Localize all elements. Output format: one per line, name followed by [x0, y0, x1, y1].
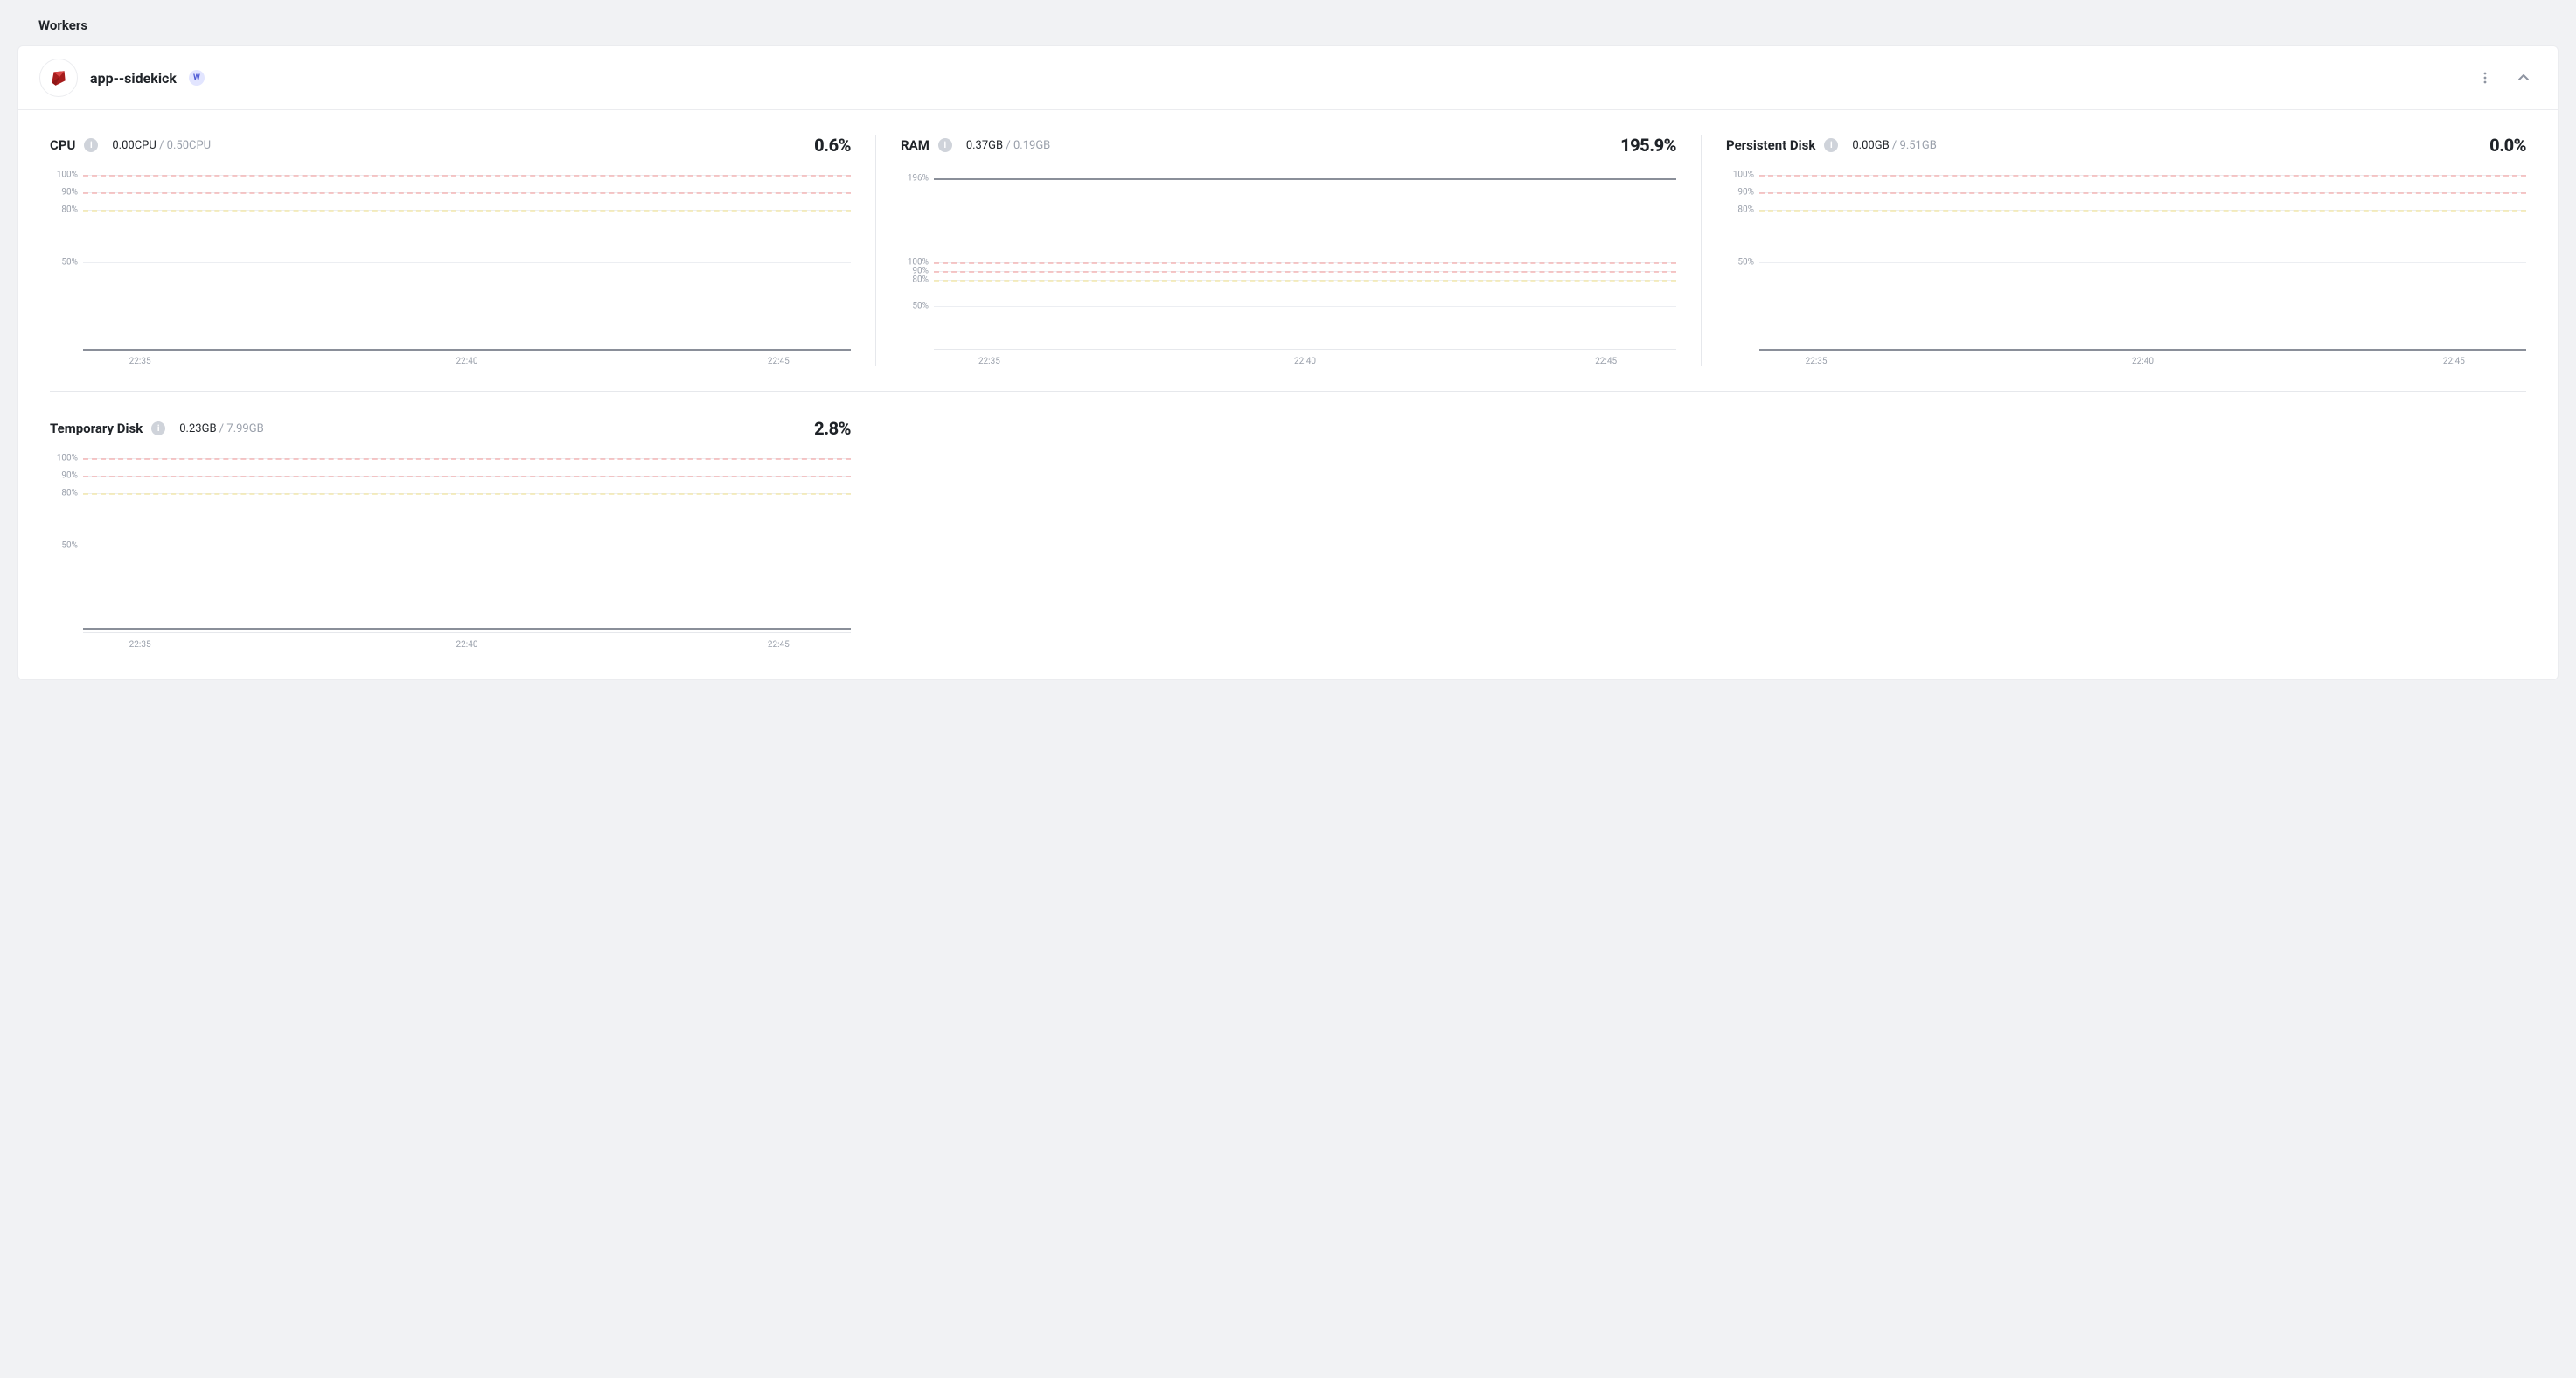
x-tick-label: 22:45: [1429, 357, 1676, 366]
metric-used: 0.00CPU: [112, 139, 156, 152]
y-tick-label: 50%: [61, 541, 78, 551]
empty-cell: [875, 418, 1701, 650]
tdisk-chart: 100%90%80%50%22:3522:4022:45: [50, 458, 851, 650]
collapse-button[interactable]: [2510, 65, 2537, 91]
metric-title: CPU: [50, 137, 75, 153]
gridline: [83, 262, 851, 263]
metric-title: Persistent Disk: [1726, 137, 1815, 153]
metric-tdisk: Temporary Disk i 0.23GB / 7.99GB 2.8% 10…: [50, 418, 875, 650]
y-tick-label: 80%: [912, 275, 929, 285]
threshold-line: [1759, 210, 2526, 212]
threshold-line: [83, 493, 851, 495]
y-tick-label: 196%: [908, 174, 929, 184]
worker-name: app--sidekick: [90, 70, 177, 87]
gridline: [1759, 262, 2526, 263]
metric-pdisk: Persistent Disk i 0.00GB / 9.51GB 0.0% 1…: [1701, 135, 2526, 366]
pdisk-chart: 100%90%80%50%22:3522:4022:45: [1726, 175, 2526, 366]
metric-percent: 195.9%: [1620, 135, 1676, 156]
gridline: [934, 306, 1676, 307]
threshold-line: [1759, 175, 2526, 177]
series-line: [83, 628, 851, 630]
metric-usage: 0.23GB / 7.99GB: [179, 422, 263, 435]
metric-limit: 0.19GB: [1013, 139, 1050, 152]
ram-chart: 196%100%90%80%50%22:3522:4022:45: [901, 175, 1676, 366]
y-tick-label: 100%: [57, 171, 78, 180]
more-menu-button[interactable]: [2472, 65, 2498, 91]
y-tick-label: 50%: [61, 258, 78, 268]
metric-used: 0.00GB: [1852, 139, 1889, 152]
metric-limit: 7.99GB: [226, 422, 263, 435]
x-tick-label: 22:45: [2271, 357, 2526, 366]
info-icon[interactable]: i: [1824, 138, 1838, 152]
threshold-line: [1759, 192, 2526, 194]
chevron-up-icon: [2517, 71, 2531, 85]
y-tick-label: 100%: [1733, 171, 1754, 180]
x-tick-label: 22:35: [1759, 357, 2015, 366]
metric-title: RAM: [901, 137, 929, 153]
y-tick-label: 90%: [61, 471, 78, 481]
metrics-row-2: Temporary Disk i 0.23GB / 7.99GB 2.8% 10…: [50, 418, 2526, 650]
metric-usage: 0.00CPU / 0.50CPU: [112, 139, 211, 152]
worker-type-badge: W: [189, 70, 205, 86]
row-divider: [50, 391, 2526, 392]
y-tick-label: 50%: [912, 302, 929, 311]
metric-usage: 0.37GB / 0.19GB: [966, 139, 1050, 152]
metric-used: 0.23GB: [179, 422, 216, 435]
metric-usage: 0.00GB / 9.51GB: [1852, 139, 1936, 152]
x-tick-label: 22:45: [595, 357, 851, 366]
metric-cpu: CPU i 0.00CPU / 0.50CPU 0.6% 100% 90% 80% 5…: [50, 135, 875, 366]
metric-limit: 9.51GB: [1900, 139, 1937, 152]
series-line: [934, 178, 1676, 180]
info-icon[interactable]: i: [84, 138, 98, 152]
x-tick-label: 22:35: [83, 640, 339, 650]
threshold-line: [83, 210, 851, 212]
threshold-line: [934, 271, 1676, 273]
threshold-line: [934, 262, 1676, 264]
y-tick-label: 90%: [1737, 188, 1754, 198]
info-icon[interactable]: i: [938, 138, 952, 152]
y-tick-label: 80%: [61, 205, 78, 215]
cpu-chart: 100%90%80%50%22:3522:4022:45: [50, 175, 851, 366]
x-tick-label: 22:40: [1181, 357, 1429, 366]
y-tick-label: 80%: [61, 489, 78, 498]
x-tick-label: 22:35: [83, 357, 339, 366]
metric-percent: 0.6%: [814, 135, 851, 156]
x-tick-label: 22:45: [595, 640, 851, 650]
metric-limit: 0.50CPU: [167, 139, 211, 152]
metric-percent: 2.8%: [814, 418, 851, 439]
metrics-row-1: CPU i 0.00CPU / 0.50CPU 0.6% 100% 90% 80% 5…: [50, 135, 2526, 366]
threshold-line: [934, 280, 1676, 282]
x-tick-label: 22:40: [2015, 357, 2270, 366]
worker-card: app--sidekick W CPU i 0.00CPU: [17, 45, 2559, 680]
empty-cell: [1701, 418, 2526, 650]
worker-card-header: app--sidekick W: [18, 46, 2558, 110]
metric-used: 0.37GB: [966, 139, 1003, 152]
series-line: [1759, 349, 2526, 351]
workers-section: Workers app--sidekick W CPU i: [0, 0, 2576, 701]
y-tick-label: 50%: [1737, 258, 1754, 268]
metric-title: Temporary Disk: [50, 421, 143, 436]
more-vertical-icon: [2478, 71, 2492, 85]
y-tick-label: 100%: [57, 454, 78, 463]
threshold-line: [83, 458, 851, 460]
threshold-line: [83, 175, 851, 177]
worker-card-body: CPU i 0.00CPU / 0.50CPU 0.6% 100% 90% 80% 5…: [18, 110, 2558, 679]
x-tick-label: 22:40: [339, 357, 595, 366]
threshold-line: [83, 192, 851, 194]
metric-percent: 0.0%: [2489, 135, 2526, 156]
series-line: [83, 349, 851, 351]
y-tick-label: 80%: [1737, 205, 1754, 215]
ruby-icon: [39, 59, 78, 97]
threshold-line: [83, 476, 851, 477]
y-tick-label: 90%: [61, 188, 78, 198]
metric-ram: RAM i 0.37GB / 0.19GB 195.9% 196%100%90%…: [875, 135, 1701, 366]
x-tick-label: 22:40: [339, 640, 595, 650]
section-title: Workers: [14, 14, 2562, 45]
x-tick-label: 22:35: [934, 357, 1181, 366]
info-icon[interactable]: i: [151, 421, 165, 435]
